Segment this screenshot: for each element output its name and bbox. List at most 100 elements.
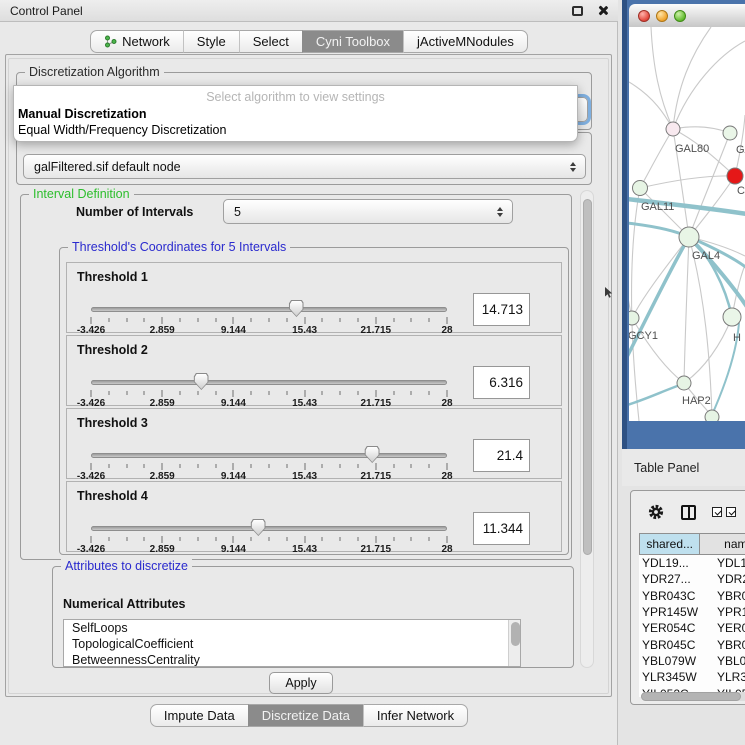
column-header-shared-name[interactable]: shared... [639,533,700,555]
bottom-tab-bar: Impute Data Discretize DataInfer Network [0,704,618,727]
attribute-item-topologicalcoefficient[interactable]: TopologicalCoefficient [64,636,520,652]
table-panel-header: Table Panel [622,449,745,486]
select-all-checkbox-icon[interactable] [712,507,722,517]
network-node-ga[interactable] [723,126,737,140]
panel-title: Control Panel [10,4,572,18]
table-row[interactable]: YBR045CYBR045C [639,636,745,652]
threshold-slider-1[interactable]: -3.4262.8599.14415.4321.71528 [91,299,447,337]
tab-label: Select [253,34,289,49]
show-columns-icon[interactable] [681,505,696,520]
dropdown-option-equal-width-frequency[interactable]: Equal Width/Frequency Discretization [18,123,226,137]
settings-gear-icon[interactable] [647,503,665,521]
number-of-intervals-combobox[interactable]: 5 [223,199,513,224]
attributes-list-scrollbar[interactable] [508,620,520,666]
node-label-gcy1: GCY1 [629,330,658,342]
table-row[interactable]: YPR145WYPR145W [639,604,745,620]
close-traffic-light-icon[interactable] [638,10,650,22]
table-row[interactable]: YBL079WYBL079W [639,653,745,669]
network-node-h[interactable] [723,308,741,326]
attributes-group: Attributes to discretize Numerical Attri… [52,566,574,668]
tab-jactivemnodules[interactable]: jActiveMNodules [403,30,528,53]
tick-label: 2.859 [150,544,175,555]
table-row[interactable]: YLR345WYLR345W [639,669,745,685]
slider-thumb[interactable] [194,373,209,390]
table-row[interactable]: YDL19...YDL19 [639,555,745,571]
select-none-checkbox-icon[interactable] [726,507,736,517]
minimize-traffic-light-icon[interactable] [656,10,668,22]
slider-thumb[interactable] [365,446,380,463]
cell-shared-name: YLR345W [639,670,709,684]
network-node-c[interactable] [727,168,743,184]
slider-ticks [91,536,447,544]
threshold-slider-4[interactable]: -3.4262.8599.14415.4321.71528 [91,518,447,556]
tab-label: Impute Data [164,708,235,723]
network-edge[interactable] [673,27,711,129]
threshold-value-3[interactable]: 21.4 [473,439,530,472]
numerical-attributes-label: Numerical Attributes [63,597,185,611]
panel-vertical-scrollbar[interactable] [580,190,594,668]
table-row[interactable]: YDR27...YDR27 [639,571,745,587]
threshold-value-1[interactable]: 14.713 [473,293,530,326]
table-horizontal-scrollbar[interactable] [641,692,745,701]
zoom-traffic-light-icon[interactable] [674,10,686,22]
network-view[interactable]: GAL80GACGAL11GAL4GCY1HHAP2 [629,27,745,421]
tick-label: 28 [441,544,452,555]
table-row[interactable]: YER054CYER054C [639,620,745,636]
dropdown-option-manual-discretization[interactable]: Manual Discretization [18,107,147,121]
discretization-algorithm-title: Discretization Algorithm [25,65,164,79]
network-node-gal11[interactable] [633,181,648,196]
scrollbar-thumb[interactable] [641,692,741,701]
network-edge-thick[interactable] [629,384,683,405]
threshold-slider-3[interactable]: -3.4262.8599.14415.4321.71528 [91,445,447,483]
close-icon[interactable] [597,5,608,16]
network-edge[interactable] [673,41,745,129]
network-node-gcy1[interactable] [629,311,639,325]
table-data-combobox[interactable]: galFiltered.sif default node [23,154,586,179]
slider-track [91,380,447,385]
network-node-gal80[interactable] [666,122,680,136]
tab-style[interactable]: Style [183,30,239,53]
attributes-group-title: Attributes to discretize [61,559,192,573]
tick-label: 15.43 [292,544,317,555]
network-edge[interactable] [673,127,730,133]
table-toolbar [631,491,745,533]
tab-label: jActiveMNodules [417,34,514,49]
network-edge[interactable] [651,27,673,129]
numerical-attributes-list[interactable]: SelfLoopsTopologicalCoefficientBetweenne… [63,619,521,667]
table-row[interactable]: YBR043CYBR043C [639,588,745,604]
float-window-icon[interactable] [572,6,583,16]
tab-infer-network[interactable]: Infer Network [363,704,468,727]
tab-discretize-data[interactable]: Discretize Data [248,704,363,727]
threshold-value-2[interactable]: 6.316 [473,366,530,399]
tab-network[interactable]: Network [90,30,183,53]
network-edge[interactable] [629,82,673,129]
threshold-value-4[interactable]: 11.344 [473,512,530,545]
network-edge[interactable] [640,129,673,188]
network-window-titlebar[interactable] [629,4,745,27]
network-node-gal4[interactable] [679,227,699,247]
tab-cyni-toolbox[interactable]: Cyni Toolbox [302,30,403,53]
network-edge[interactable] [689,237,712,416]
cell-name: YDR27 [709,572,745,586]
slider-thumb[interactable] [289,300,304,317]
network-graph[interactable]: GAL80GACGAL11GAL4GCY1HHAP2 [629,27,745,421]
number-of-intervals-label: Number of Intervals [76,205,193,219]
column-header-name[interactable]: name [700,533,745,555]
network-edge[interactable] [684,237,689,383]
network-edge[interactable] [640,176,735,188]
slider-thumb[interactable] [251,519,266,536]
network-node[interactable] [705,410,719,421]
tab-select[interactable]: Select [239,30,302,53]
attribute-item-betweennesscentrality[interactable]: BetweennessCentrality [64,652,520,667]
attribute-item-selfloops[interactable]: SelfLoops [64,620,520,636]
apply-button[interactable]: Apply [269,672,333,694]
network-node-hap2[interactable] [677,376,691,390]
tab-impute-data[interactable]: Impute Data [150,704,248,727]
table-panel: shared... name YDL19...YDL19YDR27...YDR2… [630,490,745,705]
slider-tick-labels: -3.4262.8599.14415.4321.71528 [91,544,447,555]
slider-ticks [91,317,447,325]
threshold-slider-2[interactable]: -3.4262.8599.14415.4321.71528 [91,372,447,410]
tab-label: Cyni Toolbox [316,34,390,49]
scrollbar-thumb[interactable] [583,199,592,555]
slider-track [91,307,447,312]
